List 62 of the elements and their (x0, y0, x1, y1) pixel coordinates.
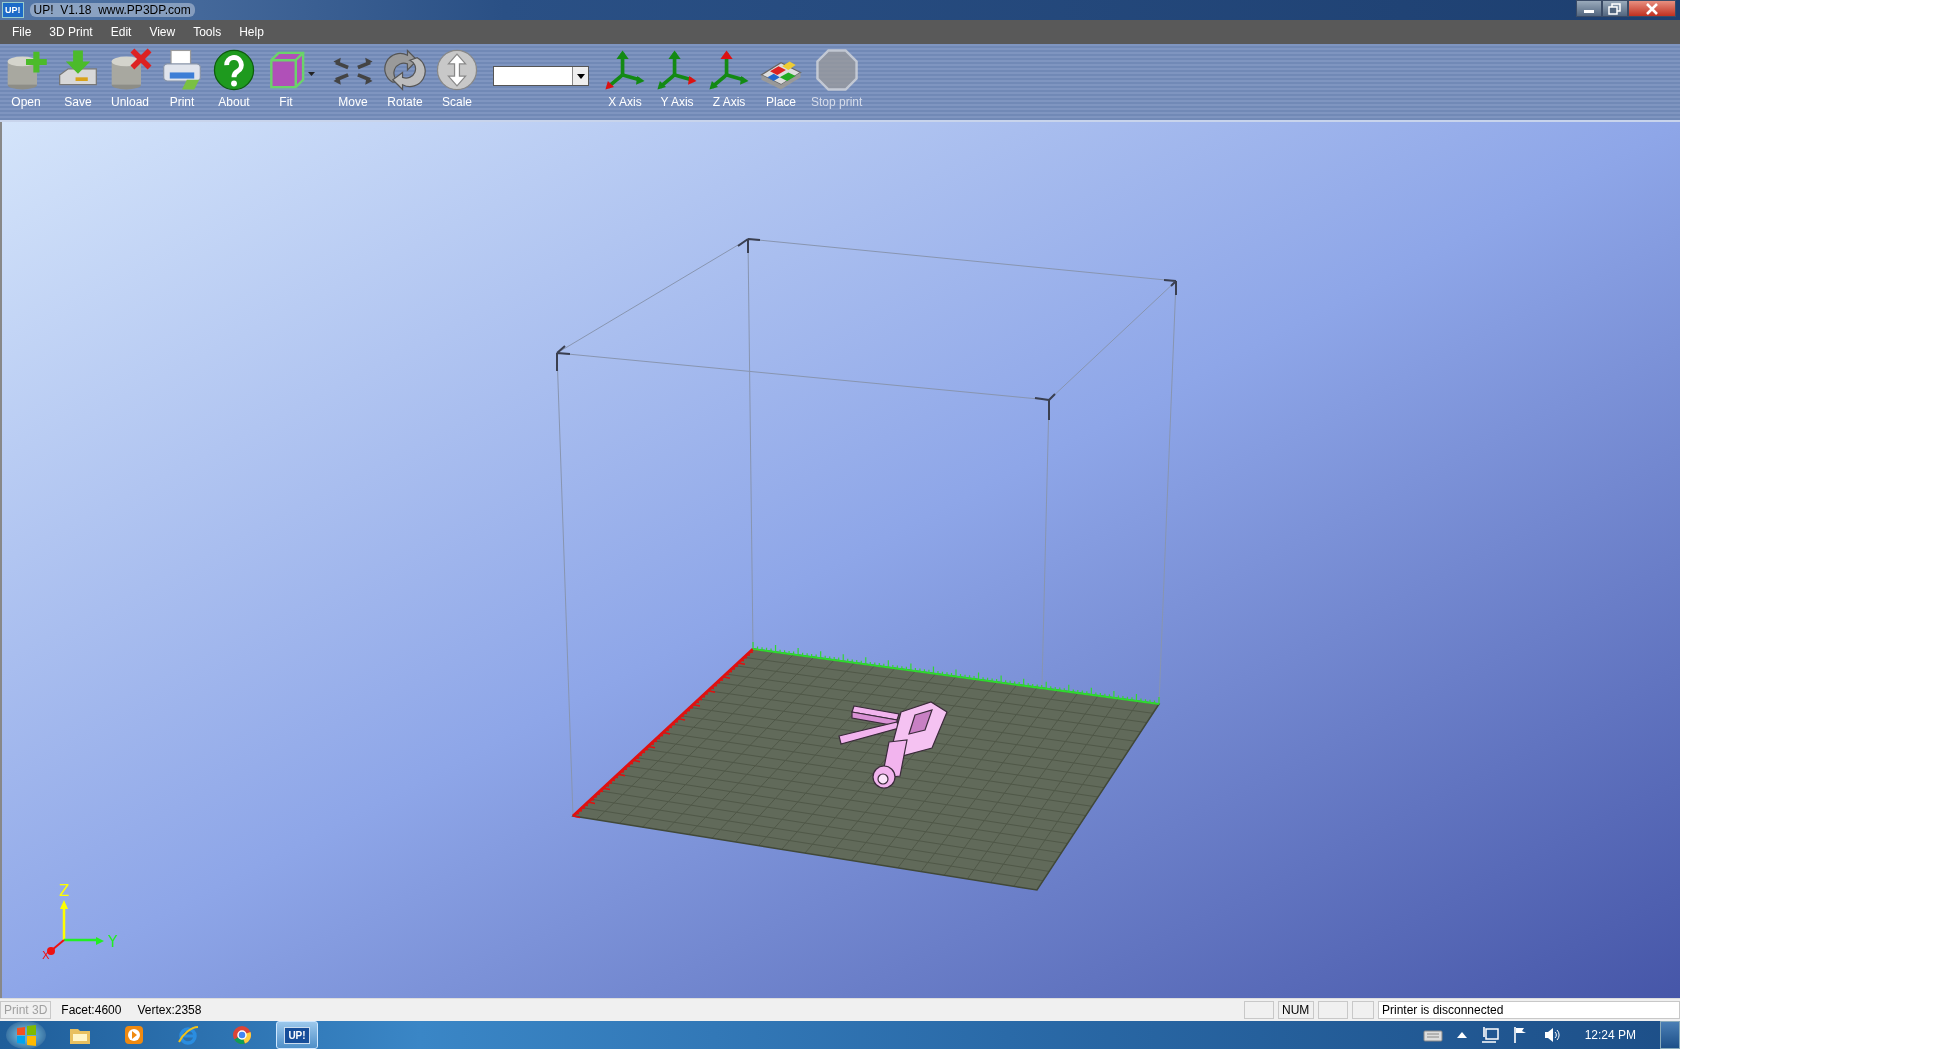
caret-icon (576, 73, 585, 79)
status-panel (1244, 1001, 1274, 1019)
toolbar-button[interactable]: Z Axis (705, 48, 753, 109)
chrome-icon (232, 1025, 252, 1045)
menu-item[interactable]: View (141, 25, 184, 39)
toolbar-button[interactable]: Unload (106, 48, 154, 109)
taskbar-app-button[interactable]: UP! (276, 1021, 318, 1049)
axes-icon (707, 48, 751, 92)
axes-icon (655, 48, 699, 92)
windows-logo-icon (15, 1024, 37, 1046)
close-icon (1645, 2, 1659, 15)
num-lock-indicator: NUM (1278, 1001, 1314, 1019)
status-mode: Print 3D (0, 1001, 52, 1019)
rotate-arrows-icon (383, 48, 427, 92)
toolbar-button[interactable]: Print (158, 48, 206, 109)
show-desktop-button[interactable] (1660, 1021, 1680, 1049)
restore-button[interactable] (1602, 0, 1628, 17)
restore-icon (1608, 2, 1622, 15)
toolbar-button[interactable]: Move (329, 48, 377, 109)
toolbar-button[interactable]: Rotate (381, 48, 429, 109)
facet-count: Facet:4600 (60, 1003, 123, 1017)
z-axis-label: Z (59, 882, 70, 900)
keyboard-icon (1422, 1028, 1443, 1042)
menu-item[interactable]: Edit (102, 25, 140, 39)
toolbar-button[interactable]: Fit (262, 48, 310, 109)
minimize-button[interactable] (1576, 0, 1602, 17)
status-panel (1352, 1001, 1374, 1019)
start-button[interactable] (6, 1021, 46, 1049)
toolbar-button[interactable]: About (210, 48, 258, 109)
scale-arrows-icon (435, 48, 479, 92)
toolbar-button[interactable]: Y Axis (653, 48, 701, 109)
speaker-icon[interactable] (1542, 1026, 1561, 1044)
printer-icon (160, 48, 204, 92)
help-icon (212, 48, 256, 92)
play-icon (124, 1025, 144, 1045)
minimize-icon (1584, 10, 1594, 13)
show-hidden-icons-icon[interactable] (1456, 1032, 1467, 1038)
y-axis-label: Y (108, 933, 118, 951)
menu-item[interactable]: File (4, 25, 40, 39)
toolbar-button[interactable]: Place (757, 48, 805, 109)
vertex-count: Vertex:2358 (136, 1003, 203, 1017)
toolbar-button[interactable]: Save (54, 48, 102, 109)
axis-gizmo-drawing (47, 900, 104, 955)
axes-icon (603, 48, 647, 92)
close-button[interactable] (1628, 0, 1676, 17)
window-title: UP! V1.18 www.PP3DP.com (29, 3, 195, 17)
clock[interactable]: 12:24 PM (1584, 1028, 1636, 1042)
menu-item[interactable]: Help (231, 25, 272, 39)
toolbar-button[interactable]: Open (2, 48, 50, 109)
app-badge: UP! (284, 1026, 310, 1044)
dropdown-field[interactable] (493, 66, 589, 86)
app-badge: UP! (2, 2, 24, 18)
status-panel (1318, 1001, 1348, 1019)
caret-icon[interactable] (308, 72, 315, 76)
stop-sign-icon (814, 48, 859, 92)
toolbar-button[interactable]: X Axis (601, 48, 649, 109)
menu-item[interactable]: Tools (185, 25, 230, 39)
toolbar-button[interactable]: Scale (433, 48, 481, 109)
browser-e-icon (177, 1024, 199, 1046)
status-message: Printer is disconnected (1378, 1001, 1680, 1019)
menu-item[interactable]: 3D Print (41, 25, 101, 39)
network-icon[interactable] (1480, 1026, 1499, 1044)
